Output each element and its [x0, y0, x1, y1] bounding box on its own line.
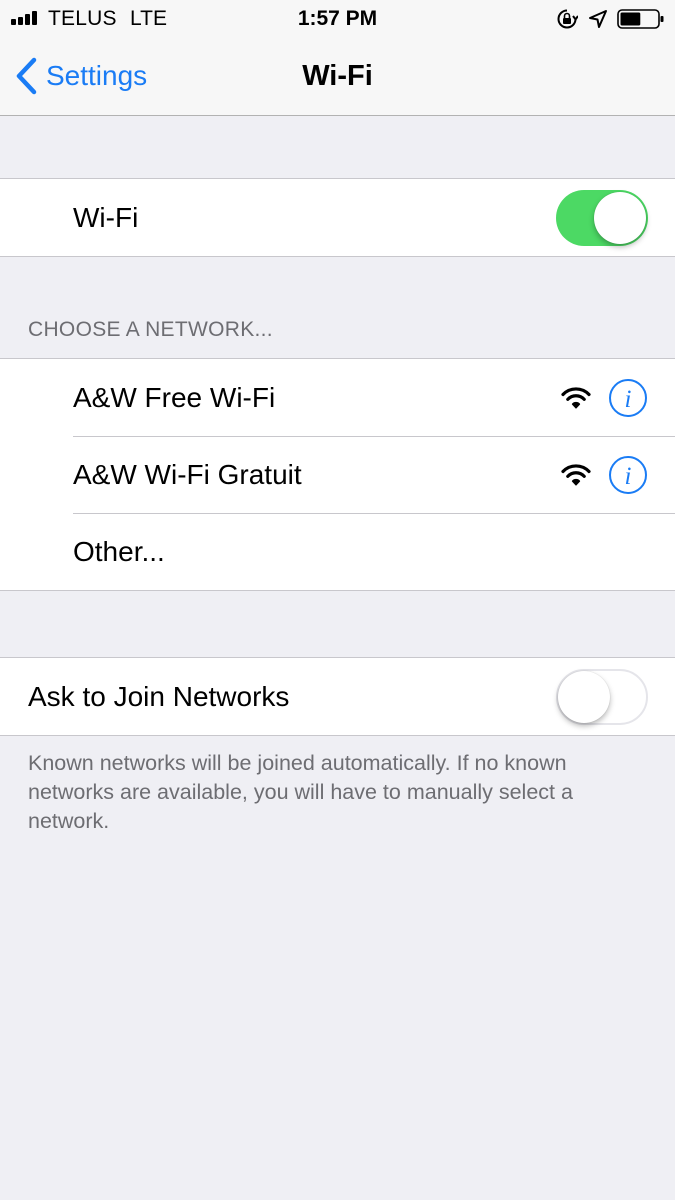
wifi-toggle-row: Wi-Fi — [0, 179, 675, 256]
info-icon[interactable]: i — [608, 455, 648, 495]
other-network-row[interactable]: Other... — [0, 513, 675, 590]
ask-to-join-label: Ask to Join Networks — [28, 680, 290, 712]
location-icon — [589, 10, 607, 28]
wifi-icon — [561, 386, 591, 409]
switch-knob — [558, 670, 610, 723]
ask-to-join-row: Ask to Join Networks — [0, 658, 675, 735]
network-name: A&W Free Wi-Fi — [73, 381, 276, 413]
ask-to-join-switch[interactable] — [556, 668, 648, 725]
other-network-label: Other... — [73, 535, 165, 567]
network-name: A&W Wi-Fi Gratuit — [73, 458, 302, 490]
ask-to-join-group: Ask to Join Networks — [0, 657, 675, 736]
svg-text:i: i — [625, 463, 632, 490]
network-row[interactable]: A&W Free Wi-Fi i — [0, 359, 675, 436]
battery-icon — [617, 9, 664, 29]
network-row[interactable]: A&W Wi-Fi Gratuit i — [0, 436, 675, 513]
wifi-switch[interactable] — [556, 189, 648, 246]
switch-knob — [594, 191, 646, 244]
page-title: Wi-Fi — [302, 60, 373, 92]
wifi-toggle-group: Wi-Fi — [0, 178, 675, 257]
wifi-label: Wi-Fi — [73, 201, 139, 233]
svg-text:i: i — [625, 386, 632, 413]
ask-to-join-footer: Known networks will be joined automatica… — [28, 751, 573, 833]
networks-group: A&W Free Wi-Fi i A&W Wi-Fi Gratuit i Oth… — [0, 358, 675, 591]
info-icon[interactable]: i — [608, 378, 648, 418]
status-bar: TELUS LTE 1:57 PM — [0, 0, 675, 38]
lock-rotation-icon — [557, 9, 578, 29]
wifi-icon — [561, 463, 591, 486]
networks-section-header: CHOOSE A NETWORK... — [28, 318, 273, 341]
navigation-bar: Settings Wi-Fi — [0, 38, 675, 116]
